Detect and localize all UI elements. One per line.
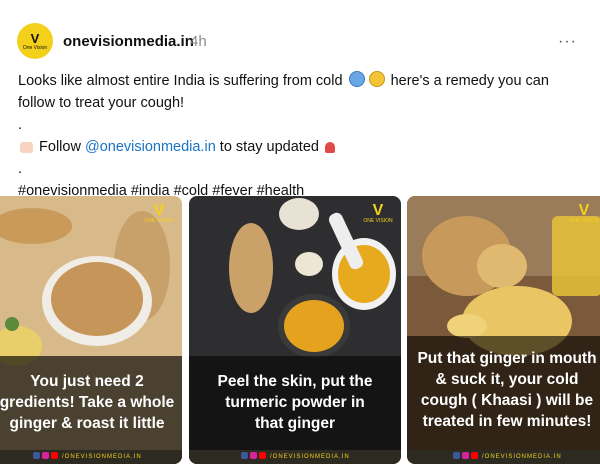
card-3-text: Put that ginger in mouth & suck it, your… xyxy=(417,350,597,430)
card-footer: /ONEVISIONMEDIA.IN xyxy=(189,450,401,464)
carousel-card-1[interactable]: V ONE VISION You just need 2 gredients! T… xyxy=(0,196,182,464)
bell-icon xyxy=(324,142,335,153)
caption-line-1: Looks like almost entire India is suffer… xyxy=(18,71,549,89)
sneezing-face-icon xyxy=(368,71,385,87)
username[interactable]: onevisionmedia.in xyxy=(63,33,194,50)
image-carousel[interactable]: V ONE VISION You just need 2 gredients! T… xyxy=(0,196,600,464)
card-footer: /ONEVISIONMEDIA.IN xyxy=(0,450,182,464)
caption-dot: . xyxy=(18,117,23,133)
timestamp: 4h xyxy=(190,33,207,50)
more-options-icon[interactable]: ··· xyxy=(558,33,577,51)
caption-line-2: follow to treat your cough! xyxy=(18,95,185,111)
avatar-text: One Vision xyxy=(22,44,48,51)
mention-link[interactable]: @onevisionmedia.in xyxy=(85,139,216,155)
caption-follow-line: Follow @onevisionmedia.in to stay update… xyxy=(18,136,578,158)
pointing-hand-icon xyxy=(20,142,33,153)
post-caption: Looks like almost entire India is suffer… xyxy=(18,70,578,202)
avatar[interactable]: V One Vision xyxy=(17,23,53,59)
brand-logo: V ONE VISION xyxy=(144,202,174,225)
card-2-text: Peel the skin, put the turmeric powder i… xyxy=(217,373,373,432)
carousel-card-3[interactable]: V ONE VISION Put that ginger in mouth & s… xyxy=(407,196,600,464)
cold-face-icon xyxy=(348,71,365,87)
post-header: V One Vision onevisionmedia.in 4h ··· xyxy=(0,0,600,80)
brand-logo: V ONE VISION xyxy=(569,202,599,225)
caption-dot: . xyxy=(18,161,23,177)
card-1-text: You just need 2 gredients! Take a whole … xyxy=(0,373,175,432)
logo-mark: V xyxy=(30,30,40,46)
carousel-card-2[interactable]: V ONE VISION Peel the skin, put the turme… xyxy=(189,196,401,464)
brand-logo: V ONE VISION xyxy=(363,202,393,225)
card-footer: /ONEVISIONMEDIA.IN xyxy=(407,450,600,464)
